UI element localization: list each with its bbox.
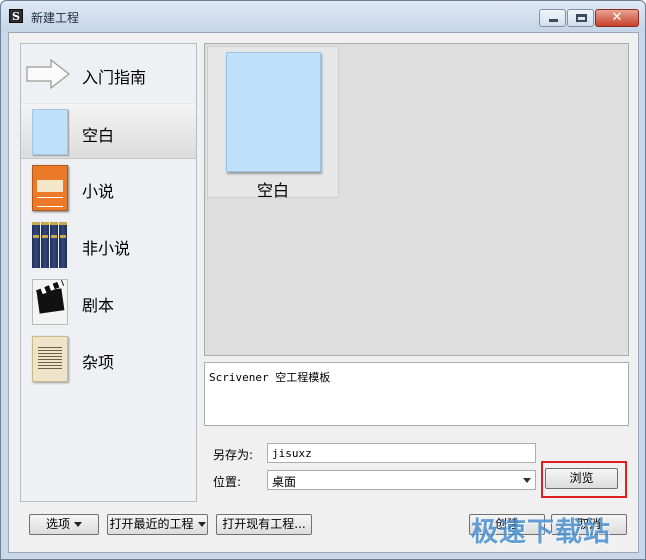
options-button[interactable]: 选项: [29, 514, 99, 535]
sidebar-item-blank[interactable]: 空白: [21, 103, 196, 159]
template-tile-blank[interactable]: 空白: [207, 46, 339, 200]
maximize-icon: [576, 14, 587, 22]
blank-page-icon: [32, 109, 68, 155]
options-label: 选项: [45, 517, 70, 531]
window-title: 新建工程: [31, 11, 80, 25]
sidebar-item-misc[interactable]: 杂项: [21, 331, 196, 387]
dialog-body: 入门指南 空白 小说 非小说 剧本 杂项 空白 Scrivener 空工程模板 …: [8, 32, 639, 553]
template-gallery: 空白: [204, 43, 629, 356]
close-button[interactable]: ✕: [595, 9, 639, 27]
new-project-dialog: S 新建工程 ✕ 入门指南 空白 小说 非小说 剧本 杂项 空白 Scriven…: [0, 0, 646, 560]
template-category-list: 入门指南 空白 小说 非小说 剧本 杂项: [20, 43, 197, 502]
sidebar-item-nonfiction[interactable]: 非小说: [21, 217, 196, 273]
minimize-button[interactable]: [539, 9, 566, 27]
sidebar-item-label: 非小说: [82, 239, 131, 258]
clapperboard-icon: [32, 279, 68, 325]
sidebar-item-novel[interactable]: 小说: [21, 160, 196, 216]
sidebar-item-label: 剧本: [82, 296, 115, 315]
save-as-label: 另存为:: [213, 448, 254, 462]
arrow-icon: [26, 58, 70, 90]
location-value: 桌面: [272, 475, 297, 489]
sidebar-item-label: 小说: [82, 182, 115, 201]
open-recent-button[interactable]: 打开最近的工程: [107, 514, 208, 535]
document-icon: [32, 336, 68, 382]
open-recent-label: 打开最近的工程: [109, 517, 194, 531]
template-description: Scrivener 空工程模板: [204, 362, 629, 426]
chevron-down-icon: [197, 522, 206, 527]
sidebar-item-script[interactable]: 剧本: [21, 274, 196, 330]
sidebar-item-label: 空白: [82, 126, 115, 145]
chevron-down-icon: [74, 522, 82, 527]
maximize-button[interactable]: [567, 9, 594, 27]
close-icon: ✕: [611, 10, 623, 25]
chevron-down-icon: [523, 478, 531, 483]
browse-button[interactable]: 浏览: [545, 468, 618, 489]
novel-book-icon: [32, 165, 68, 211]
location-select[interactable]: 桌面: [267, 470, 536, 490]
sidebar-item-label: 杂项: [82, 353, 115, 372]
blank-template-thumbnail: [226, 52, 321, 172]
watermark: 极速下载站: [471, 517, 611, 548]
sidebar-item-getting-started[interactable]: 入门指南: [21, 46, 196, 102]
books-icon: [32, 222, 68, 268]
template-label: 空白: [256, 181, 289, 200]
location-label: 位置:: [213, 475, 242, 489]
window-controls: ✕: [538, 9, 639, 27]
sidebar-item-label: 入门指南: [82, 68, 147, 87]
minimize-icon: [549, 19, 558, 22]
title-bar: S 新建工程 ✕: [1, 1, 645, 31]
save-as-input[interactable]: jisuxz: [267, 443, 536, 463]
open-existing-button[interactable]: 打开现有工程...: [216, 514, 312, 535]
scrivener-app-icon: S: [9, 9, 23, 23]
